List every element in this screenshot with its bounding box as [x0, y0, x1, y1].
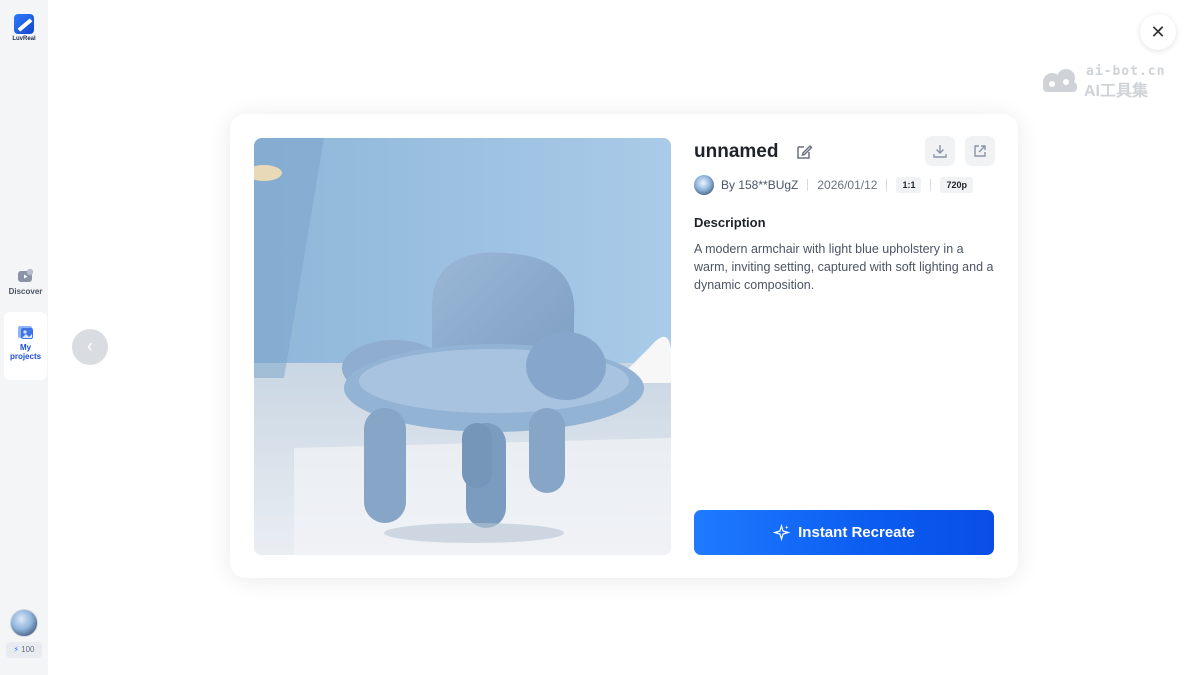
logo-text: LuvReal	[12, 36, 36, 42]
divider	[807, 179, 809, 191]
detail-card: unnamed By 158**BUgZ 2026/01/12 1:1 720p…	[230, 114, 1018, 578]
author-name[interactable]: By 158**BUgZ	[721, 178, 798, 192]
instant-recreate-button[interactable]: Instant Recreate	[694, 510, 994, 555]
download-icon	[933, 145, 947, 158]
image-meta: By 158**BUgZ 2026/01/12 1:1 720p	[694, 174, 973, 196]
sparkle-icon	[773, 524, 791, 541]
app-logo[interactable]: LuvReal	[10, 14, 38, 42]
watermark-logo-icon	[1043, 69, 1077, 92]
logo-mark-icon	[14, 14, 34, 34]
divider	[886, 179, 888, 191]
credits-count: 100	[21, 645, 35, 654]
edit-icon[interactable]	[794, 142, 814, 162]
generated-image[interactable]	[254, 138, 671, 555]
sidebar: LuvReal Discover My projects ⚡ 100	[0, 0, 48, 675]
close-button[interactable]: ✕	[1140, 14, 1176, 50]
divider	[930, 179, 932, 191]
bolt-icon: ⚡	[13, 645, 20, 654]
resolution-badge: 720p	[940, 177, 973, 193]
user-avatar[interactable]	[10, 609, 38, 637]
discover-icon	[17, 268, 33, 282]
author-avatar	[694, 175, 714, 195]
previous-button[interactable]: ‹	[72, 329, 108, 365]
image-title: unnamed	[694, 141, 779, 162]
sidebar-item-label: My projects	[9, 343, 42, 361]
download-button[interactable]	[925, 136, 955, 166]
description-text: A modern armchair with light blue uphols…	[694, 242, 994, 292]
close-icon: ✕	[1150, 22, 1166, 42]
open-external-button[interactable]	[965, 136, 995, 166]
chevron-left-icon: ‹	[87, 336, 93, 356]
sidebar-item-my-projects[interactable]: My projects	[4, 312, 47, 380]
credits-badge[interactable]: ⚡ 100	[6, 642, 42, 658]
armchair-image	[254, 138, 671, 555]
instant-recreate-label: Instant Recreate	[798, 524, 915, 541]
watermark-text-2: AI工具集	[1084, 83, 1149, 100]
watermark: ai-bot.cn AI工具集	[1040, 64, 1170, 100]
aspect-ratio-badge: 1:1	[896, 177, 922, 193]
created-date: 2026/01/12	[817, 178, 878, 192]
description-heading: Description	[694, 215, 766, 230]
external-link-icon	[974, 145, 986, 157]
sidebar-item-discover[interactable]: Discover	[4, 266, 47, 306]
sidebar-item-label: Discover	[8, 287, 43, 296]
projects-icon	[17, 326, 33, 339]
